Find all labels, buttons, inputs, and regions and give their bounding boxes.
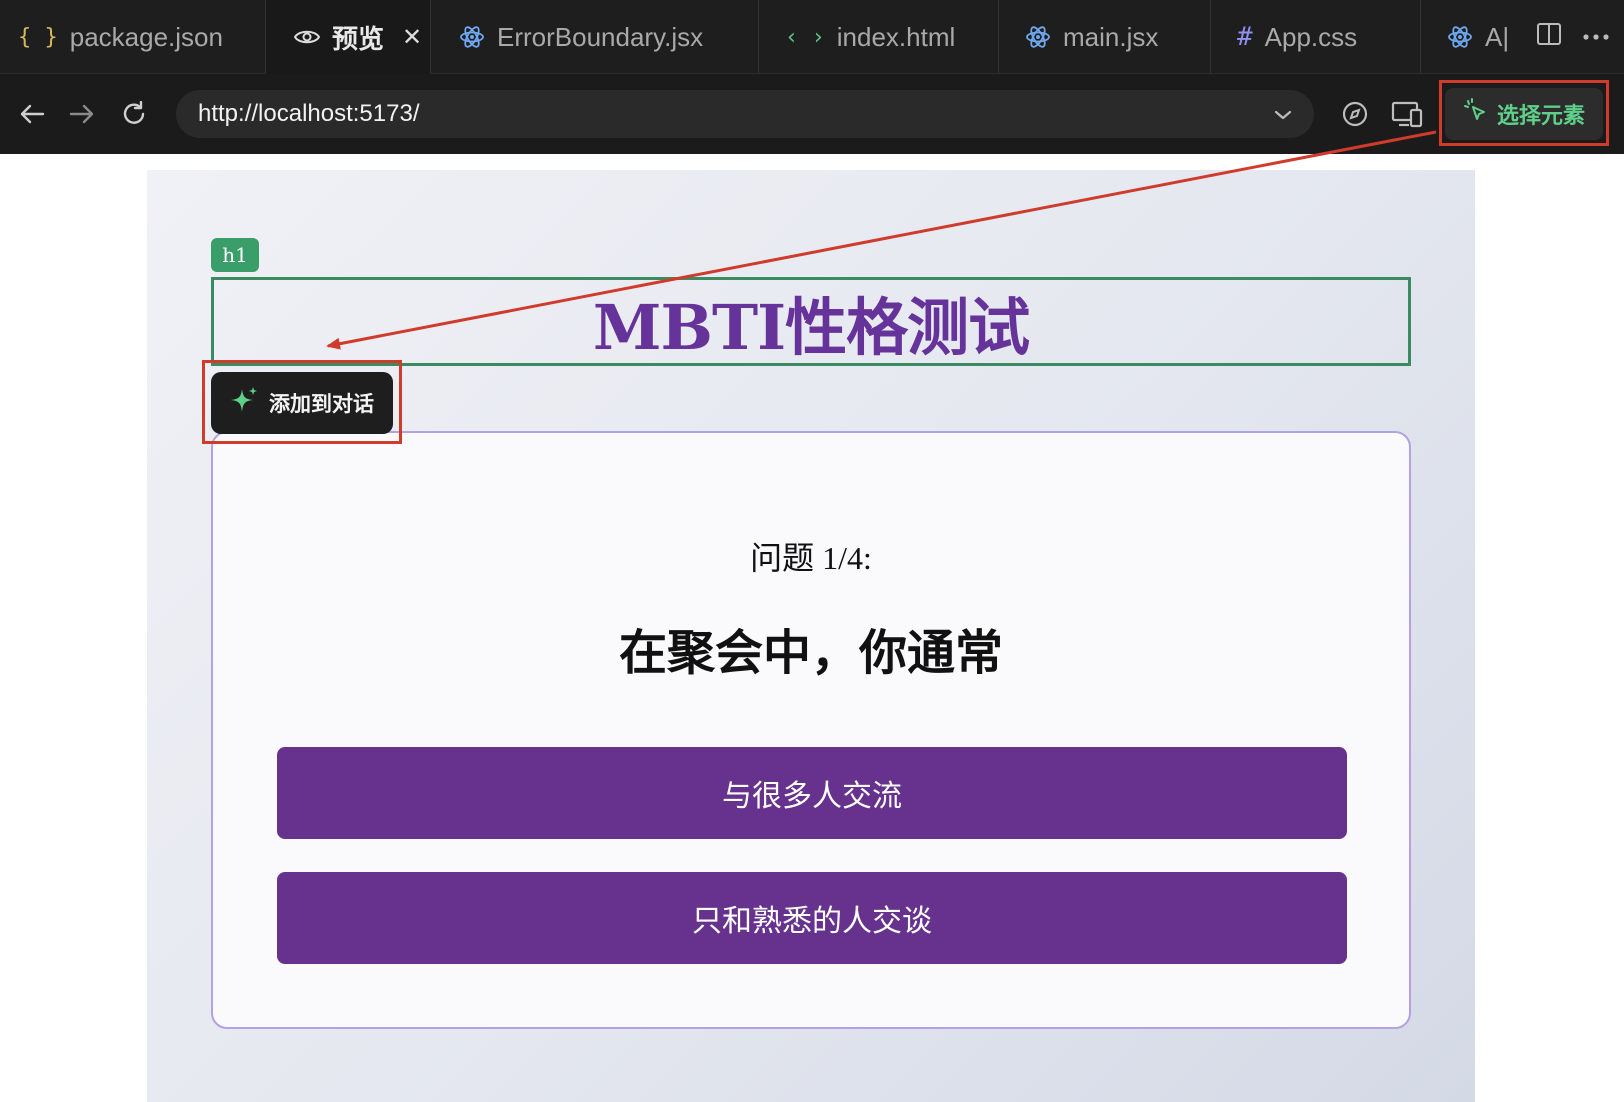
quiz-card: 问题 1/4: 在聚会中，你通常 与很多人交流 只和熟悉的人交谈	[211, 431, 1411, 1029]
element-tag-badge: h1	[211, 238, 259, 272]
more-actions-icon[interactable]	[1582, 28, 1610, 46]
tab-errorboundary-jsx[interactable]: ErrorBoundary.jsx	[431, 0, 759, 74]
option-button-2[interactable]: 只和熟悉的人交谈	[277, 872, 1347, 964]
page-title: MBTI性格测试	[592, 290, 1030, 364]
browser-toolbar: http://localhost:5173/ 选择元素	[0, 74, 1624, 154]
hash-icon: #	[1237, 22, 1253, 52]
annotation-highlight-select-button	[1439, 80, 1609, 146]
forward-button[interactable]	[56, 88, 108, 140]
url-bar[interactable]: http://localhost:5173/	[176, 90, 1314, 138]
compass-icon[interactable]	[1333, 92, 1377, 136]
react-icon	[1025, 24, 1051, 50]
tab-app-css[interactable]: # App.css	[1211, 0, 1421, 74]
tab-label: 预览	[332, 23, 385, 54]
editor-tab-bar: { } package.json 预览 ✕ ErrorBoundary.jsx …	[0, 0, 1624, 74]
responsive-devices-icon[interactable]	[1385, 92, 1429, 136]
tab-index-html[interactable]: ‹ › index.html	[759, 0, 999, 74]
tabbar-actions	[1526, 0, 1624, 73]
option-button-1[interactable]: 与很多人交流	[277, 747, 1347, 839]
close-icon[interactable]: ✕	[402, 23, 422, 52]
url-text: http://localhost:5173/	[198, 100, 420, 127]
tab-label: ErrorBoundary.jsx	[497, 21, 704, 52]
tab-label: index.html	[836, 21, 956, 52]
back-button[interactable]	[6, 88, 58, 140]
tab-package-json[interactable]: { } package.json	[0, 0, 266, 74]
question-text: 在聚会中，你通常	[618, 625, 1003, 681]
annotation-highlight-add-to-chat	[202, 360, 402, 444]
tab-main-jsx[interactable]: main.jsx	[999, 0, 1211, 74]
tab-preview[interactable]: 预览 ✕	[266, 0, 431, 74]
react-icon	[459, 24, 485, 50]
split-editor-icon[interactable]	[1536, 21, 1562, 52]
reload-button[interactable]	[108, 88, 160, 140]
app-window: { } package.json 预览 ✕ ErrorBoundary.jsx …	[0, 0, 1624, 1102]
eye-icon	[294, 28, 320, 46]
tab-truncated[interactable]: A|	[1421, 0, 1510, 74]
selected-h1-highlight[interactable]: MBTI性格测试	[211, 277, 1411, 366]
json-braces-icon: { }	[18, 24, 58, 50]
chevron-down-icon[interactable]	[1274, 100, 1292, 128]
react-icon	[1447, 24, 1473, 50]
tab-label: App.css	[1264, 21, 1358, 52]
tab-label: package.json	[69, 21, 223, 52]
tab-label: main.jsx	[1063, 21, 1159, 52]
html-code-icon: ‹ ›	[785, 24, 825, 50]
tab-label: A|	[1485, 21, 1510, 52]
question-counter: 问题 1/4:	[750, 540, 872, 576]
